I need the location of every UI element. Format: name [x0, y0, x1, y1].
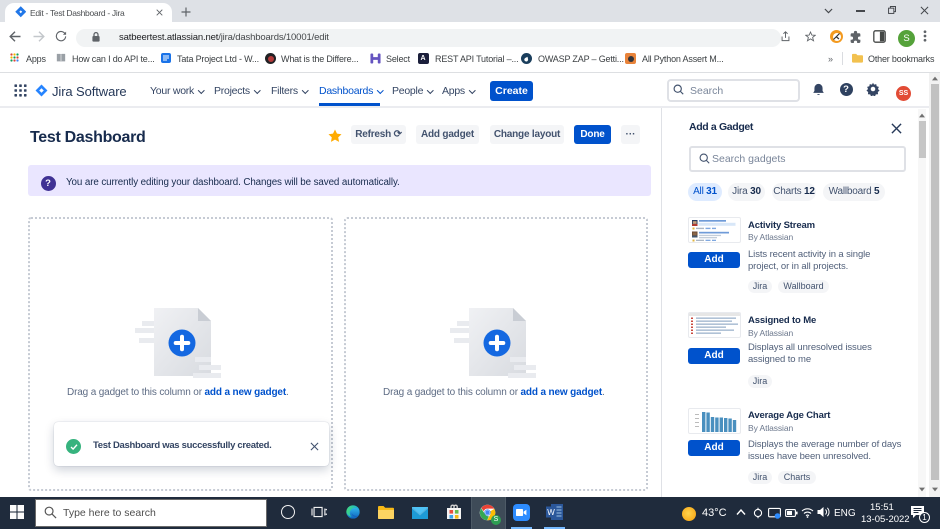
- svg-text:W: W: [547, 508, 555, 517]
